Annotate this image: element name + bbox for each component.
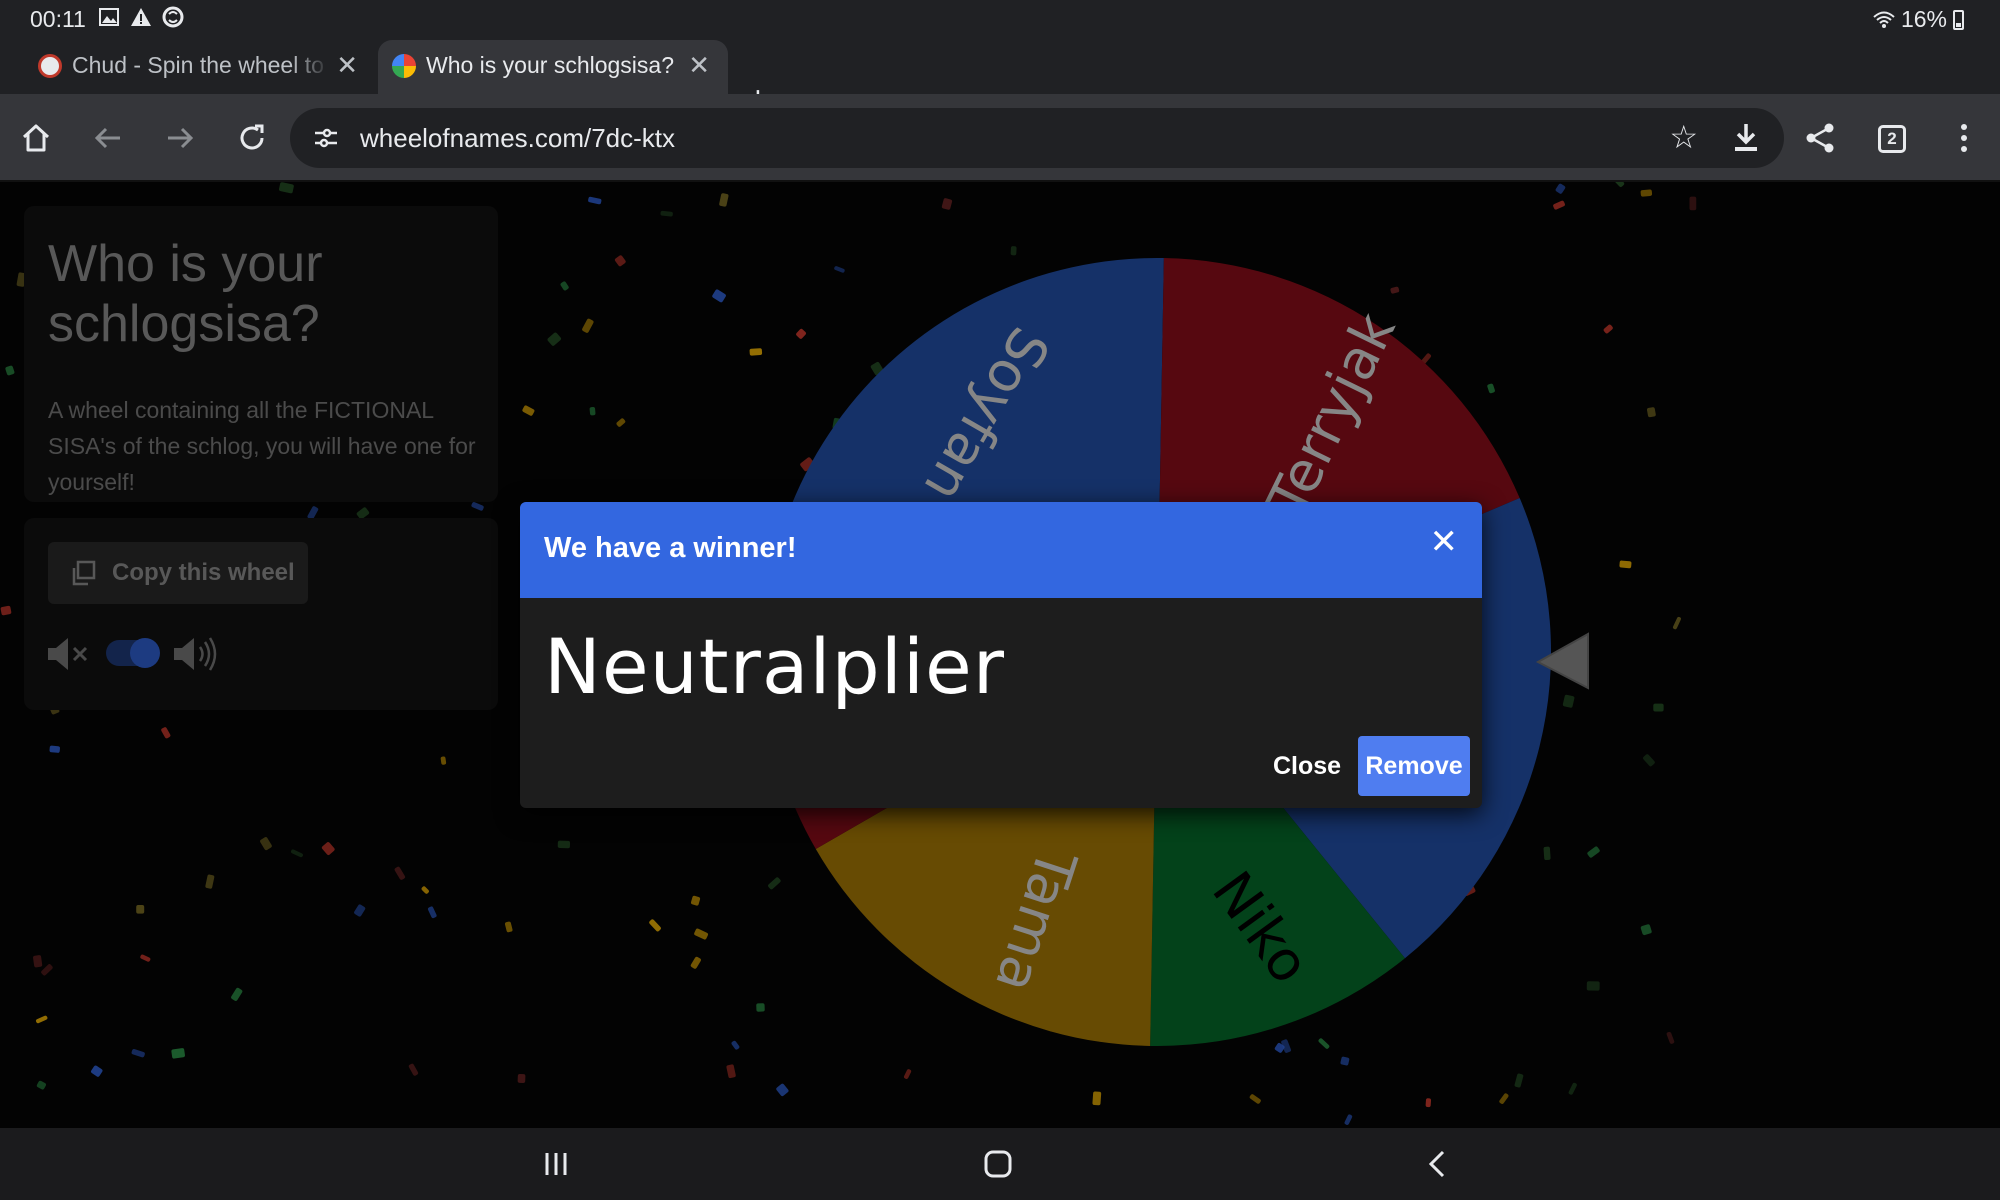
tab-switcher-button[interactable]: 2: [1878, 125, 1906, 153]
page-content: Who is your schlogsisa? A wheel containi…: [0, 182, 2000, 1128]
recents-icon[interactable]: [536, 1144, 576, 1184]
sync-icon: [162, 6, 184, 28]
back-icon[interactable]: [84, 114, 132, 162]
close-button[interactable]: Close: [1260, 736, 1354, 796]
home-nav-icon[interactable]: [978, 1144, 1018, 1184]
warning-icon: [131, 8, 151, 26]
winner-name: Neutralplier: [544, 622, 1005, 711]
wheel-favicon-icon: [392, 54, 416, 78]
back-nav-icon[interactable]: [1418, 1144, 1458, 1184]
site-settings-icon[interactable]: [312, 124, 340, 152]
status-bar: 00:11 16%: [0, 0, 2000, 36]
tab-title: Who is your schlogsisa?: [426, 52, 674, 78]
dialog-title: We have a winner!: [544, 532, 797, 564]
home-icon[interactable]: [12, 114, 60, 162]
winner-dialog: We have a winner! ✕ Neutralplier Close R…: [520, 502, 1482, 808]
system-nav-bar: [0, 1128, 2000, 1200]
tab-title: Chud - Spin the wheel to f: [72, 52, 330, 78]
close-icon[interactable]: ✕: [336, 50, 358, 81]
dialog-header: We have a winner! ✕: [520, 502, 1482, 598]
menu-icon[interactable]: [1940, 114, 1988, 162]
clock: 00:11: [30, 6, 86, 32]
reload-icon[interactable]: [228, 114, 276, 162]
bookmark-star-icon[interactable]: ☆: [1669, 118, 1698, 156]
tab-chud[interactable]: Chud - Spin the wheel to f ✕: [0, 40, 376, 94]
close-icon[interactable]: ✕: [688, 50, 710, 81]
battery-level: 16%: [1900, 6, 1947, 32]
browser-toolbar: wheelofnames.com/7dc-ktx ☆ 2: [0, 94, 2000, 182]
screen: 00:11 16% Chud - Spin the wheel to f ✕ W…: [0, 0, 2000, 1200]
tab-schlogsisa[interactable]: Who is your schlogsisa? ✕: [378, 40, 728, 94]
notification-icons: [98, 6, 184, 28]
battery-icon: [1953, 9, 1964, 30]
address-bar[interactable]: wheelofnames.com/7dc-ktx ☆: [290, 108, 1784, 168]
share-icon[interactable]: [1796, 114, 1844, 162]
system-indicators: 16%: [1873, 6, 1964, 33]
url-text[interactable]: wheelofnames.com/7dc-ktx: [360, 123, 675, 154]
wifi-icon: [1873, 11, 1895, 28]
remove-button[interactable]: Remove: [1358, 736, 1470, 796]
image-icon: [99, 8, 119, 26]
close-icon[interactable]: ✕: [1430, 522, 1459, 562]
forward-icon[interactable]: [156, 114, 204, 162]
chud-favicon-icon: [38, 54, 62, 78]
tab-strip: Chud - Spin the wheel to f ✕ Who is your…: [0, 36, 2000, 118]
download-icon[interactable]: [1726, 118, 1766, 158]
